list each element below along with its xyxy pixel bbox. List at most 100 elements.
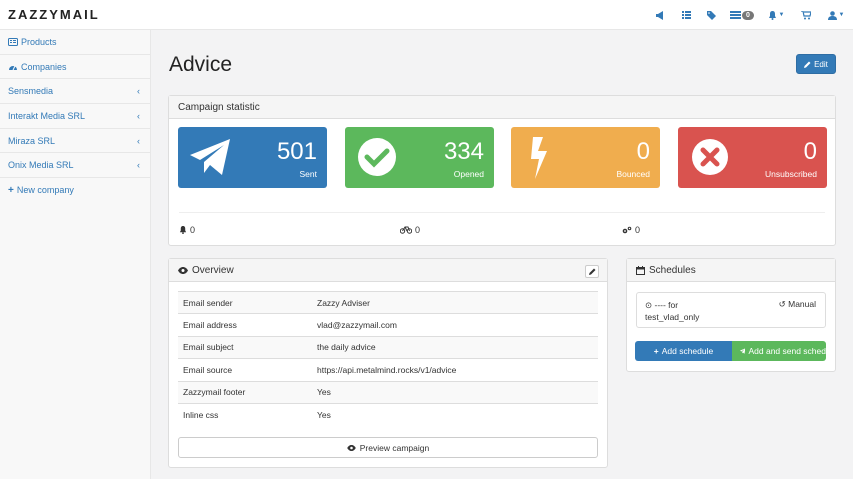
stat-label: Sent xyxy=(299,169,318,179)
row-value: the daily advice xyxy=(312,335,598,359)
check-circle-icon xyxy=(358,138,396,176)
divider xyxy=(179,212,825,213)
overview-table: Email sender Zazzy Adviser Email address… xyxy=(178,290,598,426)
notification-badge: 0 xyxy=(742,10,754,20)
paper-plane-icon xyxy=(190,139,230,175)
panel-heading: Campaign statistic xyxy=(169,96,835,119)
user-icon xyxy=(827,10,837,20)
top-navbar: ZAZZYMAIL 0 ▼ ▼ xyxy=(0,0,853,30)
mini-stat-bell: 0 xyxy=(179,225,195,235)
row-value: vlad@zazzymail.com xyxy=(312,313,598,337)
panel-heading: Overview xyxy=(169,259,607,282)
sidebar-item-sensmedia[interactable]: Sensmedia ‹ xyxy=(0,79,150,105)
edit-button[interactable]: Edit xyxy=(796,54,836,74)
app-logo[interactable]: ZAZZYMAIL xyxy=(8,7,100,22)
overview-edit-button[interactable] xyxy=(585,265,599,278)
table-row: Email subject the daily advice xyxy=(178,335,598,359)
table-row: Email address vlad@zazzymail.com xyxy=(178,313,598,337)
schedule-item[interactable]: ⊙ ---- for test_vlad_only ↺ Manual xyxy=(636,292,826,328)
sidebar-item-interakt[interactable]: Interakt Media SRL ‹ xyxy=(0,104,150,129)
stat-opened: 334 Opened xyxy=(345,127,494,188)
table-row: Inline css Yes xyxy=(178,402,598,426)
row-key: Email subject xyxy=(178,335,312,359)
row-key: Email source xyxy=(178,358,312,382)
sidebar-item-label: New company xyxy=(16,185,74,196)
chevron-left-icon: ‹ xyxy=(137,135,140,146)
mini-stat-value: 0 xyxy=(415,225,421,235)
add-and-send-label: Add and send sched xyxy=(748,346,826,356)
sidebar: Products Companies Sensmedia ‹ Interakt … xyxy=(0,30,151,479)
preview-campaign-button[interactable]: Preview campaign xyxy=(178,437,598,458)
plus-icon: + xyxy=(653,346,659,356)
chevron-left-icon: ‹ xyxy=(137,86,140,97)
add-and-send-schedule-button[interactable]: Add and send sched xyxy=(732,341,826,361)
bell-icon xyxy=(768,10,776,20)
sidebar-item-products[interactable]: Products xyxy=(0,30,150,55)
chevron-left-icon: ‹ xyxy=(137,160,140,171)
list-icon xyxy=(8,37,18,46)
page-title: Advice xyxy=(169,53,233,76)
bullhorn-icon[interactable] xyxy=(647,0,673,30)
row-key: Zazzymail footer xyxy=(178,380,312,404)
panel-heading: Schedules xyxy=(627,259,835,282)
bicycle-icon xyxy=(400,226,412,234)
chevron-left-icon: ‹ xyxy=(137,110,140,121)
sidebar-item-miraza[interactable]: Miraza SRL ‹ xyxy=(0,129,150,154)
plus-icon: + xyxy=(8,184,14,196)
sidebar-item-new-company[interactable]: + New company xyxy=(0,178,150,203)
sidebar-item-label: Miraza SRL xyxy=(8,135,56,146)
mini-stat-value: 0 xyxy=(190,225,196,235)
navbar-icons: 0 ▼ ▼ xyxy=(647,0,853,30)
eye-icon xyxy=(178,266,188,274)
panel-title: Overview xyxy=(192,264,234,276)
caret-down-icon: ▼ xyxy=(838,12,845,18)
stat-value: 334 xyxy=(443,138,484,165)
pencil-icon xyxy=(588,268,595,275)
paper-plane-icon xyxy=(740,348,746,354)
list-alt-icon xyxy=(730,11,742,19)
row-value: Yes xyxy=(312,380,598,404)
panel-title: Campaign statistic xyxy=(178,101,260,113)
schedule-type: Manual xyxy=(788,299,816,309)
alerts-dropdown[interactable]: ▼ xyxy=(759,0,793,30)
bell-icon xyxy=(179,226,187,234)
eye-icon xyxy=(346,444,356,451)
row-value: https://api.metalmind.rocks/v1/advice xyxy=(312,358,598,382)
history-icon: ↺ xyxy=(778,299,786,309)
pencil-icon xyxy=(804,61,811,68)
mini-stat-value: 0 xyxy=(635,225,641,235)
caret-down-icon: ▼ xyxy=(778,12,785,18)
mini-stat-bicycle: 0 xyxy=(400,225,420,235)
sidebar-item-onix[interactable]: Onix Media SRL ‹ xyxy=(0,153,150,179)
times-circle-icon xyxy=(692,139,728,175)
row-key: Inline css xyxy=(178,402,312,426)
sidebar-item-companies[interactable]: Companies xyxy=(0,55,150,80)
sidebar-item-label: Interakt Media SRL xyxy=(8,110,86,121)
sidebar-item-label: Companies xyxy=(21,61,67,72)
bolt-icon xyxy=(531,137,547,179)
messages-button[interactable]: 0 xyxy=(725,0,759,30)
sidebar-item-label: Onix Media SRL xyxy=(8,160,74,171)
calendar-icon xyxy=(636,265,645,275)
add-schedule-button[interactable]: + Add schedule xyxy=(635,341,732,361)
dashboard-icon xyxy=(9,65,17,70)
cogs-icon xyxy=(622,226,632,234)
user-dropdown[interactable]: ▼ xyxy=(819,0,853,30)
stat-value: 0 xyxy=(803,138,817,165)
stat-bounced: 0 Bounced xyxy=(511,127,660,188)
cart-icon[interactable] xyxy=(793,0,819,30)
mini-stat-cogs: 0 xyxy=(622,225,640,235)
list-icon[interactable] xyxy=(673,0,699,30)
table-row: Zazzymail footer Yes xyxy=(178,380,598,404)
sidebar-item-label: Sensmedia xyxy=(8,86,54,97)
row-value: Zazzy Adviser xyxy=(312,290,598,314)
stat-value: 0 xyxy=(636,138,650,165)
stat-label: Opened xyxy=(453,169,484,179)
sidebar-item-label: Products xyxy=(21,36,57,47)
edit-button-label: Edit xyxy=(814,59,828,69)
tags-icon[interactable] xyxy=(699,0,725,30)
preview-button-label: Preview campaign xyxy=(359,442,430,453)
schedule-line2: test_vlad_only xyxy=(645,312,700,322)
row-key: Email sender xyxy=(178,290,312,314)
stat-label: Unsubscribed xyxy=(765,169,817,179)
